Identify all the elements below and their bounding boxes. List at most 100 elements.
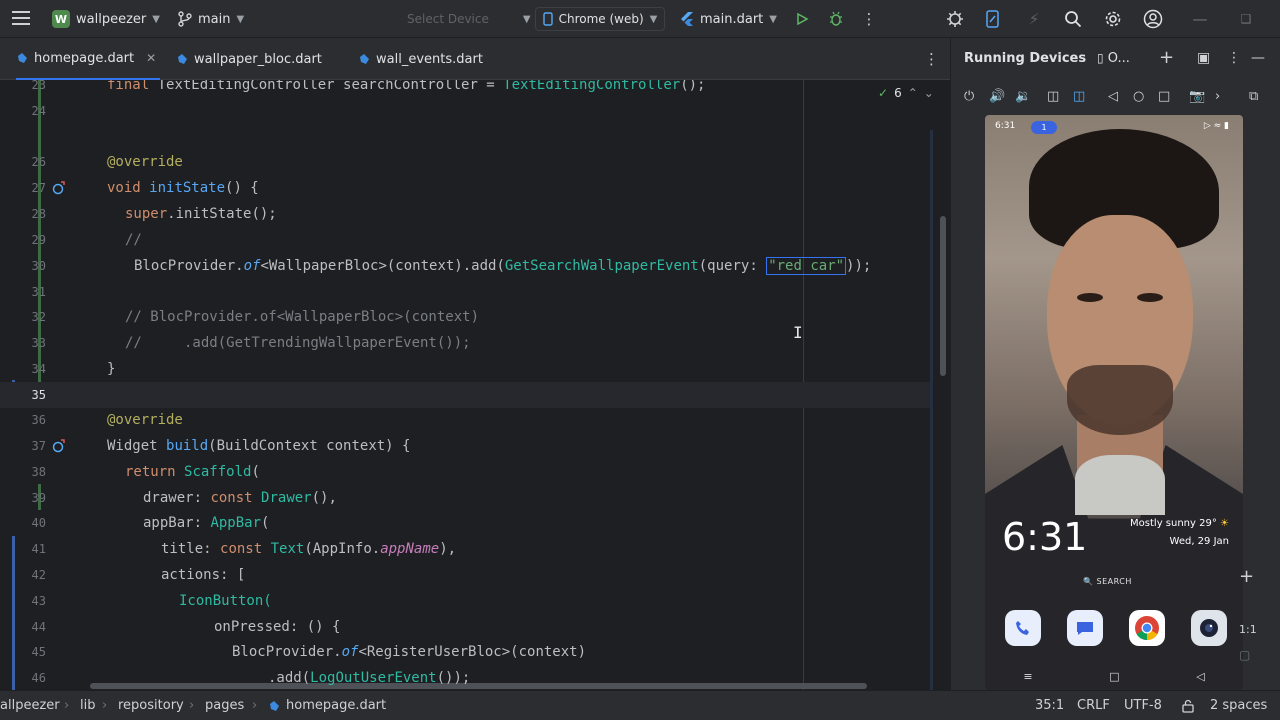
more-actions-icon[interactable]: ⋮	[859, 9, 879, 29]
settings-button[interactable]	[1103, 9, 1123, 29]
back-icon[interactable]: ◁	[1108, 89, 1118, 104]
tab-wallpaper-bloc[interactable]: wallpaper_bloc.dart	[176, 38, 322, 80]
minimize-panel-icon[interactable]: —	[1251, 50, 1265, 66]
bug-icon	[830, 11, 842, 26]
flash-icon[interactable]: ⚡	[1024, 9, 1044, 29]
overview-icon[interactable]: □	[1158, 89, 1170, 104]
code-line: 29 //	[0, 227, 950, 253]
user-icon	[1143, 9, 1163, 29]
power-icon[interactable]: ⏻	[964, 89, 974, 104]
volume-up-icon[interactable]: 🔊	[989, 89, 1005, 104]
file-encoding[interactable]: UTF-8	[1124, 698, 1162, 713]
run-button[interactable]	[792, 9, 812, 29]
line-number: 42	[31, 568, 46, 582]
code-text: }	[107, 361, 116, 377]
device-selector[interactable]: Select Device ▼	[407, 0, 531, 38]
account-button[interactable]	[1143, 9, 1163, 29]
zoom-level[interactable]: 1:1	[1239, 623, 1257, 636]
back-nav-icon[interactable]: ◁	[1196, 670, 1204, 683]
search-widget[interactable]: 🔍 SEARCH	[1083, 577, 1132, 586]
date-text: Wed, 29 Jan	[1169, 536, 1229, 547]
volume-down-icon[interactable]: 🔉	[1015, 89, 1031, 104]
wallpaper-eye	[1137, 293, 1163, 302]
screen-record-icon[interactable]: ⧉	[1249, 89, 1258, 104]
minimize-window-icon[interactable]: —	[1190, 9, 1210, 29]
code-line: 27 void initState() {	[0, 175, 950, 201]
line-number: 46	[31, 671, 46, 685]
code-line: 39 drawer: const Drawer(),	[0, 485, 950, 511]
search-icon	[1065, 11, 1082, 28]
chevron-right-icon[interactable]: ›	[1215, 89, 1220, 104]
run-config-label: main.dart	[700, 11, 764, 27]
code-text: // .add(GetTrendingWallpaperEvent());	[125, 335, 471, 351]
search-button[interactable]	[1063, 9, 1083, 29]
phone-app-icon[interactable]	[1005, 610, 1041, 646]
cursor-position[interactable]: 35:1	[1035, 698, 1064, 713]
code-editor[interactable]: ✓ 6 ⌃ ⌄ 23 final TextEditingController s…	[0, 80, 950, 690]
main-menu-icon[interactable]	[12, 11, 30, 25]
recents-nav-icon[interactable]: ≡	[1023, 670, 1032, 683]
camera-icon[interactable]: 📷	[1189, 89, 1205, 104]
device-tab[interactable]: ▯ O...	[1097, 51, 1130, 66]
breadcrumb-item[interactable]: homepage.dart	[286, 698, 386, 713]
indent-setting[interactable]: 2 spaces	[1210, 698, 1267, 713]
line-number: 39	[31, 491, 46, 505]
code-text: actions: [	[161, 567, 246, 583]
messages-app-icon[interactable]	[1067, 610, 1103, 646]
restore-window-icon[interactable]: ❑	[1236, 9, 1256, 29]
line-number: 38	[31, 465, 46, 479]
device-tab-label: O...	[1107, 51, 1130, 66]
plugin-icon[interactable]	[945, 9, 965, 29]
line-number: 36	[31, 413, 46, 427]
code-text: Widget build(BuildContext context) {	[107, 438, 411, 454]
debug-button[interactable]	[826, 9, 846, 29]
zoom-in-icon[interactable]: +	[1239, 566, 1254, 587]
code-text: @override	[107, 154, 183, 170]
tab-homepage[interactable]: homepage.dart ✕	[16, 38, 160, 80]
breadcrumb-item[interactable]: lib	[80, 698, 95, 713]
layout-icon[interactable]: ▣	[1197, 50, 1210, 66]
sun-icon: ☀	[1220, 518, 1229, 529]
tab-wall-events[interactable]: wall_events.dart	[358, 38, 483, 80]
weather-text: Mostly sunny 29°	[1130, 518, 1217, 529]
more-options-icon[interactable]: ⋮	[1227, 50, 1241, 66]
tab-options-icon[interactable]: ⋮	[924, 38, 939, 80]
camera-app-icon[interactable]	[1191, 610, 1227, 646]
device-manager-icon[interactable]	[983, 9, 1003, 29]
override-marker-icon[interactable]	[52, 439, 66, 453]
code-line: 40 appBar: AppBar(	[0, 510, 950, 536]
override-marker-icon[interactable]	[52, 181, 66, 195]
target-device-selector[interactable]: Chrome (web) ▼	[535, 7, 665, 31]
status-time: 6:31	[995, 121, 1016, 131]
code-text: onPressed: () {	[214, 619, 341, 635]
branch-selector[interactable]: main ▼	[178, 0, 244, 38]
chrome-app-icon[interactable]	[1129, 610, 1165, 646]
add-device-icon[interactable]: +	[1159, 47, 1174, 68]
chevron-down-icon: ▼	[769, 13, 777, 25]
fit-screen-icon[interactable]: ▢	[1239, 648, 1250, 662]
code-text: // BlocProvider.of<WallpaperBloc>(contex…	[125, 309, 480, 325]
app-dock	[1005, 610, 1227, 648]
rotate-left-icon[interactable]: ◫	[1047, 89, 1059, 104]
breadcrumb-item[interactable]: repository	[118, 698, 184, 713]
lock-icon[interactable]	[1181, 699, 1195, 713]
target-device-label: Chrome (web)	[558, 12, 644, 26]
home-icon[interactable]: ○	[1133, 89, 1144, 104]
code-text: drawer: const Drawer(),	[143, 490, 337, 506]
code-line: 46 .add(LogOutUserEvent());	[0, 665, 950, 690]
line-separator[interactable]: CRLF	[1077, 698, 1110, 713]
editor-tabs: homepage.dart ✕ wallpaper_bloc.dart wall…	[0, 38, 950, 80]
device-screen[interactable]: 6:31 ▷ ≈ ▮ 1 6:31 Mostly sunny 29° ☀ Wed…	[985, 115, 1243, 690]
rotate-right-icon[interactable]: ◫	[1073, 89, 1085, 104]
breadcrumb-item[interactable]: allpeezer	[0, 698, 60, 713]
gear-icon	[1105, 11, 1121, 27]
code-line: 24	[0, 98, 950, 124]
breadcrumb-item[interactable]: pages	[205, 698, 244, 713]
home-nav-icon[interactable]: □	[1109, 670, 1119, 683]
code-text: IconButton(	[179, 593, 272, 609]
project-selector[interactable]: W wallpeezer ▼	[52, 0, 160, 38]
line-number: 23	[31, 80, 46, 92]
close-icon[interactable]: ✕	[146, 51, 156, 65]
run-config-selector[interactable]: main.dart ▼	[680, 0, 777, 38]
panel-header: Running Devices ▯ O... + ▣ ⋮ —	[951, 38, 1280, 80]
